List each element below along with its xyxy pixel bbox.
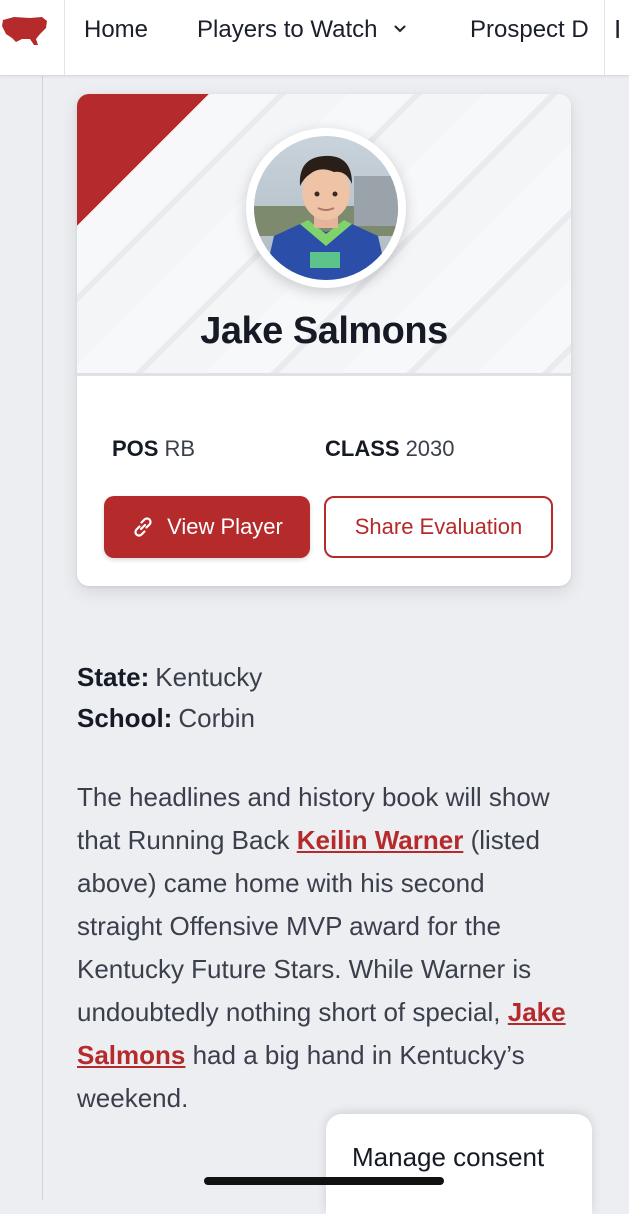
article-body: The headlines and history book will show… xyxy=(77,776,567,1120)
nav-home-label: Home xyxy=(84,16,149,43)
position-stat: POS RB xyxy=(112,436,195,462)
nav-home-link[interactable]: Home xyxy=(84,16,148,44)
nav-divider xyxy=(64,0,65,75)
manage-consent-label: Manage consent xyxy=(352,1142,545,1172)
state-value: Kentucky xyxy=(155,662,263,692)
share-evaluation-label: Share Evaluation xyxy=(354,514,523,539)
nav-prospect-label: Prospect D xyxy=(470,16,589,43)
class-value: 2030 xyxy=(405,436,455,461)
nav-players-to-watch-link[interactable]: Players to Watch xyxy=(197,16,406,44)
class-label: CLASS xyxy=(325,436,400,461)
article-mid: (listed above) came home with his second… xyxy=(77,825,540,1027)
class-stat: CLASS 2030 xyxy=(325,436,455,462)
school-value: Corbin xyxy=(178,703,255,733)
nav-overflow-item[interactable]: I xyxy=(614,14,621,45)
player-name: Jake Salmons xyxy=(200,310,448,352)
state-label: State: xyxy=(77,662,150,692)
keilin-warner-link[interactable]: Keilin Warner xyxy=(297,825,464,855)
view-player-button[interactable]: View Player xyxy=(104,496,310,558)
nav-players-label: Players to Watch xyxy=(197,16,378,43)
player-photo xyxy=(254,136,398,280)
usa-map-icon[interactable] xyxy=(0,12,52,48)
avatar-frame xyxy=(246,128,406,288)
school-label: School: xyxy=(77,703,173,733)
article-tail: weekend. xyxy=(77,1083,189,1113)
nav-divider-right xyxy=(604,0,605,75)
chevron-down-icon xyxy=(394,25,406,33)
share-evaluation-button[interactable]: Share Evaluation xyxy=(324,496,553,558)
top-navigation: Home Players to Watch Prospect D I xyxy=(0,0,629,76)
card-header: Jake Salmons xyxy=(77,94,571,376)
manage-consent-button[interactable]: Manage consent xyxy=(326,1114,592,1214)
position-label: POS xyxy=(112,436,159,461)
home-indicator[interactable] xyxy=(204,1177,444,1185)
state-row: State: Kentucky xyxy=(77,662,262,693)
content-border xyxy=(42,76,43,1200)
link-icon xyxy=(134,517,152,537)
player-card: Jake Salmons POS RB CLASS 2030 View Player… xyxy=(77,94,571,586)
nav-prospect-link[interactable]: Prospect D xyxy=(470,16,589,44)
article-outro: had a big hand in Kentucky’s xyxy=(185,1040,525,1070)
position-value: RB xyxy=(164,436,196,461)
red-corner-accent xyxy=(77,94,209,226)
school-row: School: Corbin xyxy=(77,703,255,734)
view-player-label: View Player xyxy=(167,514,283,539)
player-avatar xyxy=(254,136,398,280)
